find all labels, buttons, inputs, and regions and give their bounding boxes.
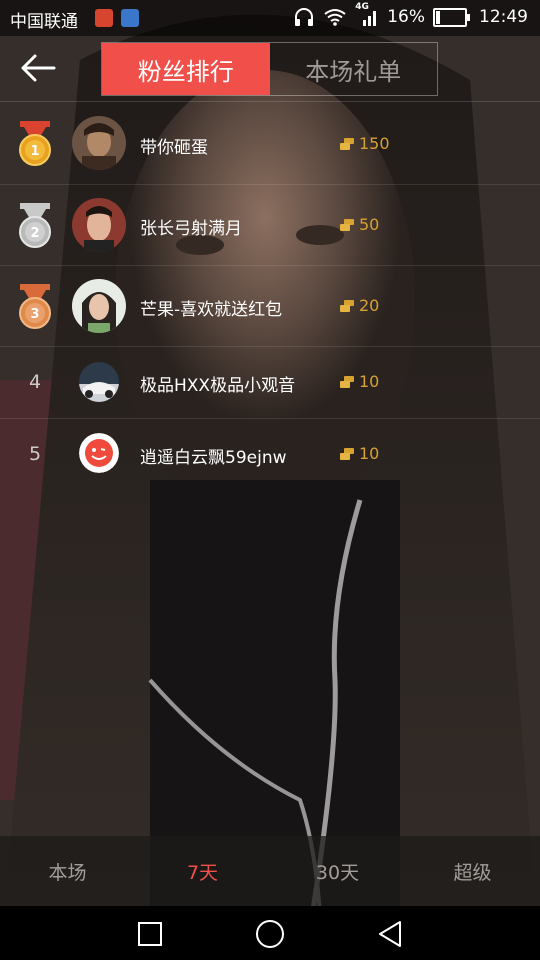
screen: 中国联通 4G 16% 12:49 粉丝排行 本场礼单 1 带你砸蛋 150 2… <box>0 0 540 960</box>
ranking-row[interactable]: 4 极品HXX极品小观音 10 <box>0 347 540 419</box>
avatar[interactable] <box>72 198 126 252</box>
status-bar: 中国联通 4G 16% 12:49 <box>0 0 540 36</box>
user-name: 带你砸蛋 <box>140 138 208 158</box>
period-tab-this-show[interactable]: 本场 <box>0 836 135 906</box>
avatar[interactable] <box>72 279 126 333</box>
ranking-row[interactable]: 2 张长弓射满月 50 <box>0 185 540 266</box>
avatar[interactable] <box>79 362 119 402</box>
battery-icon <box>433 7 470 27</box>
coin-stack-icon <box>340 218 354 231</box>
status-right: 4G 16% 12:49 <box>293 2 528 27</box>
svg-text:3: 3 <box>30 307 39 322</box>
ranking-row[interactable]: 3 芒果-喜欢就送红包 20 <box>0 266 540 347</box>
header: 粉丝排行 本场礼单 <box>0 36 540 100</box>
cell-signal-icon: 4G <box>355 2 379 27</box>
user-name: 张长弓射满月 <box>140 219 242 239</box>
score: 150 <box>339 134 390 153</box>
navigation-bar <box>0 906 540 960</box>
period-selector: 本场 7天 30天 超级 <box>0 836 540 906</box>
circle-home-icon[interactable] <box>254 918 286 950</box>
score-value: 10 <box>359 444 380 463</box>
gold-medal-icon: 1 <box>19 121 51 166</box>
ranking-tabs: 粉丝排行 本场礼单 <box>101 42 438 96</box>
coin-stack-icon <box>340 299 354 312</box>
svg-text:2: 2 <box>30 226 39 241</box>
avatar[interactable] <box>72 116 126 170</box>
rank-number: 5 <box>28 443 42 465</box>
coin-stack-icon <box>340 447 354 460</box>
score: 20 <box>339 296 379 315</box>
headphones-icon <box>295 8 314 26</box>
period-tab-super[interactable]: 超级 <box>405 836 540 906</box>
divider <box>0 101 540 102</box>
carrier-name: 中国联通 <box>10 12 78 32</box>
score-value: 150 <box>359 134 390 153</box>
bronze-medal-icon: 3 <box>19 284 51 329</box>
user-name: 芒果-喜欢就送红包 <box>140 300 283 320</box>
period-tab-7-days[interactable]: 7天 <box>135 836 270 906</box>
clock: 12:49 <box>479 7 528 27</box>
triangle-back-icon[interactable] <box>374 918 406 950</box>
coin-stack-icon <box>340 375 354 388</box>
notification-app-icon <box>95 9 113 27</box>
notification-app-icon <box>121 9 139 27</box>
svg-text:1: 1 <box>30 144 39 159</box>
rank-number: 4 <box>28 371 42 393</box>
score: 10 <box>339 444 379 463</box>
score: 50 <box>339 215 379 234</box>
coin-stack-icon <box>340 137 354 150</box>
ranking-list: 1 带你砸蛋 150 2 张长弓射满月 50 3 芒果-喜欢就送红包 20 4 … <box>0 103 540 489</box>
ranking-row[interactable]: 1 带你砸蛋 150 <box>0 103 540 185</box>
ranking-row[interactable]: 5 逍遥白云飘59ejnw 10 <box>0 419 540 489</box>
silver-medal-icon: 2 <box>19 203 51 248</box>
avatar[interactable] <box>79 433 119 473</box>
score: 10 <box>339 372 379 391</box>
tab-gift-list[interactable]: 本场礼单 <box>270 43 438 95</box>
period-tab-30-days[interactable]: 30天 <box>270 836 405 906</box>
score-value: 50 <box>359 215 380 234</box>
square-icon[interactable] <box>134 918 166 950</box>
user-name: 逍遥白云飘59ejnw <box>140 448 287 468</box>
score-value: 10 <box>359 372 380 391</box>
score-value: 20 <box>359 296 380 315</box>
arrow-left-icon[interactable] <box>20 52 56 84</box>
user-name: 极品HXX极品小观音 <box>140 376 296 396</box>
tab-fan-ranking[interactable]: 粉丝排行 <box>102 43 270 95</box>
battery-level <box>436 10 440 24</box>
battery-percent: 16% <box>387 7 425 27</box>
wifi-icon <box>324 9 346 26</box>
